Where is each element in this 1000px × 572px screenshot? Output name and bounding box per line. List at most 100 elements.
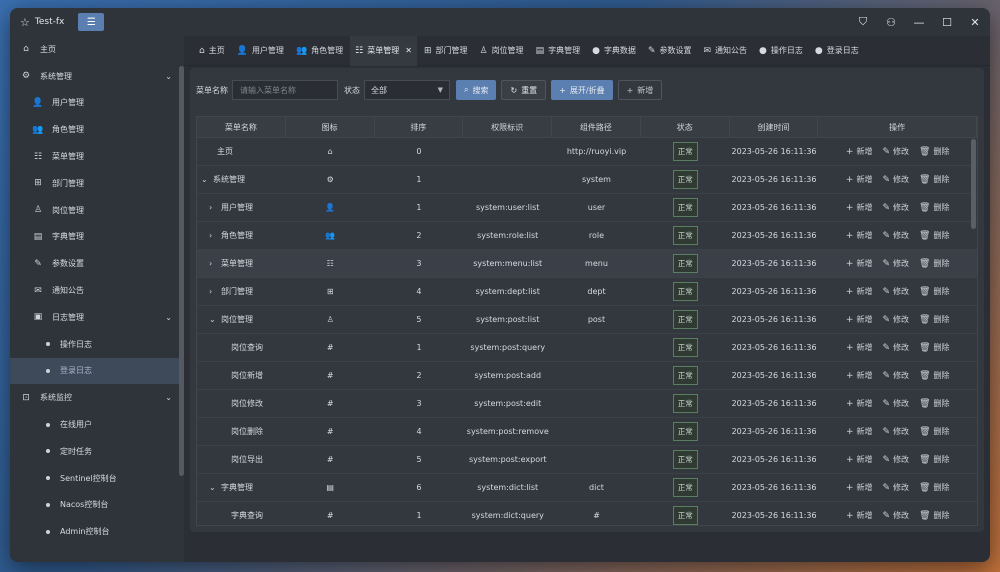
- sidebar-item[interactable]: 👥 角色管理: [10, 116, 184, 143]
- tab[interactable]: ● 操作日志: [754, 36, 808, 66]
- delete-button[interactable]: 🗑 删除: [919, 314, 949, 325]
- delete-button[interactable]: 🗑 删除: [919, 202, 949, 213]
- tab[interactable]: ✉ 通知公告: [698, 36, 752, 66]
- sidebar-item[interactable]: ☷ 菜单管理: [10, 143, 184, 170]
- search-button[interactable]: ⌕ 搜索: [456, 80, 497, 100]
- delete-button[interactable]: 🗑 删除: [919, 230, 949, 241]
- delete-button[interactable]: 🗑 删除: [919, 342, 949, 353]
- edit-button[interactable]: ✎ 修改: [882, 174, 909, 185]
- shirt-icon[interactable]: ⛉: [856, 15, 870, 29]
- edit-button[interactable]: ✎ 修改: [883, 426, 910, 437]
- tab[interactable]: ● 字典数据: [587, 36, 641, 66]
- table-row[interactable]: 岗位修改 #3 system:post:edit 正常 2023-05-26 16:11…: [197, 390, 977, 418]
- table-row[interactable]: ⌄ 岗位管理 ♙ 5 system:post:list post 正常 2023-05-26 …: [197, 306, 977, 334]
- add-button[interactable]: + 新增: [617, 80, 663, 100]
- chevron-down-icon[interactable]: ⌄: [201, 175, 213, 184]
- sidebar-item[interactable]: 在线用户: [10, 411, 184, 438]
- tab[interactable]: ♙ 岗位管理: [474, 36, 528, 66]
- add-button[interactable]: + 新增: [846, 510, 873, 521]
- sidebar-item[interactable]: 操作日志: [10, 331, 184, 358]
- table-row[interactable]: › 角色管理 👥 2 system:role:list role 正常 2023-05-26 …: [197, 222, 977, 250]
- add-button[interactable]: + 新增: [846, 370, 873, 381]
- user-icon[interactable]: ⚇: [884, 16, 898, 29]
- chevron-right-icon[interactable]: ›: [209, 231, 221, 240]
- table-row[interactable]: 岗位查询 #1 system:post:query 正常 2023-05-26 16:1…: [197, 334, 977, 362]
- sidebar-item[interactable]: ⊞ 部门管理: [10, 170, 184, 197]
- table-row[interactable]: 岗位新增 #2 system:post:add 正常 2023-05-26 16:11:…: [197, 362, 977, 390]
- sidebar-item[interactable]: Admin控制台: [10, 518, 184, 545]
- sidebar-item[interactable]: ♙ 岗位管理: [10, 197, 184, 224]
- delete-button[interactable]: 🗑 删除: [919, 146, 949, 157]
- add-button[interactable]: + 新增: [846, 454, 873, 465]
- tab[interactable]: ● 登录日志: [810, 36, 864, 66]
- reset-button[interactable]: ↻ 重置: [501, 80, 547, 100]
- sidebar-item[interactable]: ✉ 通知公告: [10, 277, 184, 304]
- tab[interactable]: ⌂ 主页: [194, 36, 230, 66]
- edit-button[interactable]: ✎ 修改: [883, 370, 910, 381]
- tab[interactable]: ☷ 菜单管理 ✕: [350, 35, 417, 66]
- close-icon[interactable]: ✕: [968, 16, 982, 29]
- add-button[interactable]: + 新增: [846, 258, 873, 269]
- tab[interactable]: ✎ 参数设置: [643, 36, 697, 66]
- maximize-icon[interactable]: ☐: [940, 16, 954, 29]
- add-button[interactable]: + 新增: [846, 314, 873, 325]
- add-button[interactable]: + 新增: [846, 230, 873, 241]
- delete-button[interactable]: 🗑 删除: [919, 286, 949, 297]
- edit-button[interactable]: ✎ 修改: [882, 286, 909, 297]
- table-row[interactable]: 岗位导出 #5 system:post:export 正常 2023-05-26 16:…: [197, 446, 977, 474]
- tab[interactable]: ⊞ 部门管理: [419, 36, 473, 66]
- sidebar-item[interactable]: 登录日志: [10, 357, 184, 385]
- edit-button[interactable]: ✎ 修改: [882, 146, 909, 157]
- table-scrollbar[interactable]: [971, 139, 976, 229]
- edit-button[interactable]: ✎ 修改: [882, 202, 909, 213]
- add-button[interactable]: + 新增: [846, 342, 873, 353]
- sidebar-item[interactable]: ⊡ 系统监控 ⌄: [10, 384, 184, 411]
- edit-button[interactable]: ✎ 修改: [883, 510, 910, 521]
- delete-button[interactable]: 🗑 删除: [919, 370, 949, 381]
- minimize-icon[interactable]: —: [912, 16, 926, 29]
- table-row[interactable]: 岗位删除 #4 system:post:remove 正常 2023-05-26 16:…: [197, 418, 977, 446]
- tab[interactable]: 👤 用户管理: [232, 36, 289, 66]
- sidebar-item[interactable]: ⚙ 系统管理 ⌄: [10, 63, 184, 90]
- chevron-right-icon[interactable]: ›: [209, 203, 221, 212]
- table-row[interactable]: ⌄ 字典管理 ▤ 6 system:dict:list dict 正常 2023-05-26 …: [197, 474, 977, 502]
- delete-button[interactable]: 🗑 删除: [919, 482, 949, 493]
- sidebar-item[interactable]: 👤 用户管理: [10, 90, 184, 117]
- menu-name-input[interactable]: 请输入菜单名称: [232, 80, 338, 100]
- add-button[interactable]: + 新增: [846, 398, 873, 409]
- table-row[interactable]: 字典查询 #1 system:dict:query # 正常 2023-05-26 16:…: [197, 502, 977, 525]
- edit-button[interactable]: ✎ 修改: [882, 314, 909, 325]
- table-row[interactable]: › 用户管理 👤 1 system:user:list user 正常 2023-05-26 …: [197, 194, 977, 222]
- chevron-down-icon[interactable]: ⌄: [209, 483, 221, 492]
- table-row[interactable]: 主页 ⌂ 0 http://ruoyi.vip 正常 2023-05-26 16:11:3…: [197, 138, 977, 166]
- delete-button[interactable]: 🗑 删除: [919, 454, 949, 465]
- chevron-right-icon[interactable]: ›: [209, 259, 221, 268]
- status-select[interactable]: 全部 ▼: [364, 80, 450, 100]
- edit-button[interactable]: ✎ 修改: [882, 258, 909, 269]
- sidebar-item[interactable]: ▤ 字典管理: [10, 224, 184, 251]
- table-row[interactable]: › 菜单管理 ☷ 3 system:menu:list menu 正常 2023-05-26 …: [197, 250, 977, 278]
- edit-button[interactable]: ✎ 修改: [883, 398, 910, 409]
- tab[interactable]: 👥 角色管理: [291, 36, 348, 66]
- edit-button[interactable]: ✎ 修改: [883, 454, 910, 465]
- add-button[interactable]: + 新增: [846, 202, 873, 213]
- delete-button[interactable]: 🗑 删除: [919, 174, 949, 185]
- menu-toggle-button[interactable]: ☰: [78, 13, 105, 31]
- edit-button[interactable]: ✎ 修改: [882, 230, 909, 241]
- add-button[interactable]: + 新增: [846, 174, 873, 185]
- table-row[interactable]: ⌄ 系统管理 ⚙ 1 system 正常 2023-05-26 16:11:36 + 新增 ✎ 修改…: [197, 166, 977, 194]
- sidebar-item[interactable]: ✎ 参数设置: [10, 250, 184, 277]
- delete-button[interactable]: 🗑 删除: [919, 510, 949, 521]
- chevron-right-icon[interactable]: ›: [209, 287, 221, 296]
- edit-button[interactable]: ✎ 修改: [883, 342, 910, 353]
- add-button[interactable]: + 新增: [846, 426, 873, 437]
- delete-button[interactable]: 🗑 删除: [919, 398, 949, 409]
- sidebar-item[interactable]: Nacos控制台: [10, 492, 184, 519]
- chevron-down-icon[interactable]: ⌄: [209, 315, 221, 324]
- sidebar-item[interactable]: ▣ 日志管理 ⌄: [10, 304, 184, 331]
- sidebar-scrollbar[interactable]: [179, 66, 184, 476]
- add-button[interactable]: + 新增: [846, 286, 873, 297]
- sidebar-item[interactable]: ⌂ 主页: [10, 36, 184, 63]
- close-icon[interactable]: ✕: [405, 46, 412, 55]
- add-button[interactable]: + 新增: [846, 146, 873, 157]
